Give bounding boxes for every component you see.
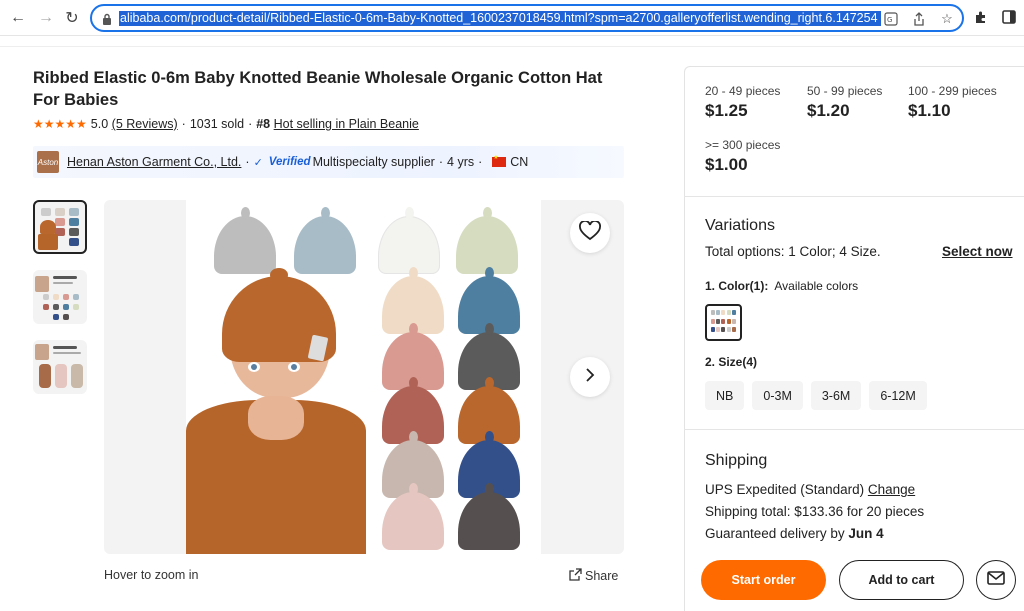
supplier-type: Multispecialty supplier xyxy=(312,155,435,169)
tier-quantity: >= 300 pieces xyxy=(705,138,781,152)
tier-quantity: 100 - 299 pieces xyxy=(908,84,997,98)
verified-check-icon: ✓ xyxy=(253,156,263,169)
size-options: NB 0-3M 3-6M 6-12M xyxy=(705,381,927,410)
rating-value: 5.0 xyxy=(90,117,109,131)
share-button[interactable]: Share xyxy=(569,568,618,584)
size-label: 2. Size(4) xyxy=(705,355,758,369)
translate-icon[interactable]: G xyxy=(882,10,900,28)
color-label-title: 1. Color(1): xyxy=(705,279,769,293)
supplier-years: 4 yrs xyxy=(447,155,475,169)
thumbnail-1[interactable] xyxy=(33,200,87,254)
forward-icon[interactable]: → xyxy=(36,8,56,28)
divider xyxy=(684,429,1024,430)
variations-heading: Variations xyxy=(705,217,775,234)
tier-price: $1.25 xyxy=(705,101,748,120)
side-panel-icon[interactable] xyxy=(1000,8,1018,26)
rank-link[interactable]: Hot selling in Plain Beanie xyxy=(274,117,419,131)
extensions-icon[interactable] xyxy=(972,8,990,26)
tier-price: $1.10 xyxy=(908,101,951,120)
color-note: Available colors xyxy=(774,279,859,293)
reviews-link[interactable]: (5 Reviews) xyxy=(112,117,178,131)
lock-icon[interactable] xyxy=(102,12,112,30)
share-page-icon[interactable] xyxy=(910,10,928,28)
shipping-method: UPS Expedited (Standard) Change xyxy=(705,482,915,497)
shipping-total: Shipping total: $133.36 for 20 pieces xyxy=(705,504,925,519)
product-title: Ribbed Elastic 0-6m Baby Knotted Beanie … xyxy=(33,69,603,109)
sold-count: 1031 sold xyxy=(189,117,245,131)
favorite-button[interactable] xyxy=(570,213,610,253)
shipping-method-name: UPS Expedited (Standard) xyxy=(705,482,865,497)
tier-quantity: 50 - 99 pieces xyxy=(807,84,883,98)
thumbnail-3[interactable] xyxy=(33,340,87,394)
svg-text:G: G xyxy=(887,16,892,24)
next-image-button[interactable] xyxy=(570,357,610,397)
tier-price: $1.00 xyxy=(705,155,748,174)
chevron-right-icon xyxy=(585,367,595,388)
back-icon[interactable]: ← xyxy=(8,8,28,28)
change-shipping-link[interactable]: Change xyxy=(868,482,915,497)
reload-icon[interactable]: ↻ xyxy=(62,8,82,28)
price-tier-4: >= 300 pieces $1.00 xyxy=(705,138,780,175)
shipping-heading: Shipping xyxy=(705,452,768,469)
share-label: Share xyxy=(585,569,619,583)
price-tier-1: 20 - 49 pieces $1.25 xyxy=(705,84,780,121)
main-product-image[interactable] xyxy=(104,200,624,554)
divider xyxy=(684,196,1024,197)
delivery-prefix: Guaranteed delivery by xyxy=(705,526,845,541)
share-icon xyxy=(569,568,582,584)
browser-toolbar: ← → ↻ alibaba.com/product-detail/Ribbed-… xyxy=(0,0,1024,36)
delivery-guarantee: Guaranteed delivery by Jun 4 xyxy=(705,526,884,541)
rating-row: ★★★★★ 5.0 (5 Reviews) · 1031 sold · #8 H… xyxy=(33,117,419,131)
verified-badge: Verified xyxy=(268,156,311,168)
color-swatch-option[interactable] xyxy=(705,304,742,341)
delivery-date: Jun 4 xyxy=(848,526,884,541)
bookmark-star-icon[interactable]: ☆ xyxy=(938,10,956,28)
supplier-country: CN xyxy=(510,155,529,169)
size-option-nb[interactable]: NB xyxy=(705,381,745,410)
supplier-bar: Aston Henan Aston Garment Co., Ltd. · ✓ V… xyxy=(33,146,624,178)
price-tier-3: 100 - 299 pieces $1.10 xyxy=(908,84,997,121)
heart-icon xyxy=(579,219,601,246)
thumbnail-2[interactable] xyxy=(33,270,87,324)
start-order-button[interactable]: Start order xyxy=(701,560,826,600)
price-tier-2: 50 - 99 pieces $1.20 xyxy=(807,84,882,121)
select-now-link[interactable]: Select now xyxy=(942,244,1013,259)
thumbnail-list xyxy=(33,200,87,410)
variations-total: Total options: 1 Color; 4 Size. xyxy=(705,244,881,259)
china-flag-icon xyxy=(492,154,507,167)
size-option-3-6m[interactable]: 3-6M xyxy=(810,381,862,410)
message-supplier-button[interactable] xyxy=(976,560,1016,600)
supplier-logo: Aston xyxy=(37,151,59,173)
size-option-0-3m[interactable]: 0-3M xyxy=(752,381,803,410)
hover-zoom-hint: Hover to zoom in xyxy=(104,568,199,582)
product-photo xyxy=(186,200,541,554)
add-to-cart-button[interactable]: Add to cart xyxy=(839,560,964,600)
tier-price: $1.20 xyxy=(807,101,850,120)
mail-icon xyxy=(987,570,1005,590)
color-label: 1. Color(1): Available colors xyxy=(705,279,858,293)
rank-number: #8 xyxy=(256,117,271,131)
address-bar[interactable]: alibaba.com/product-detail/Ribbed-Elasti… xyxy=(90,4,964,32)
divider xyxy=(0,46,1024,47)
size-option-6-12m[interactable]: 6-12M xyxy=(869,381,927,410)
supplier-name-link[interactable]: Henan Aston Garment Co., Ltd. xyxy=(67,155,241,169)
rating-stars-icon: ★★★★★ xyxy=(33,117,87,131)
tier-quantity: 20 - 49 pieces xyxy=(705,84,781,98)
url-text[interactable]: alibaba.com/product-detail/Ribbed-Elasti… xyxy=(119,11,881,26)
